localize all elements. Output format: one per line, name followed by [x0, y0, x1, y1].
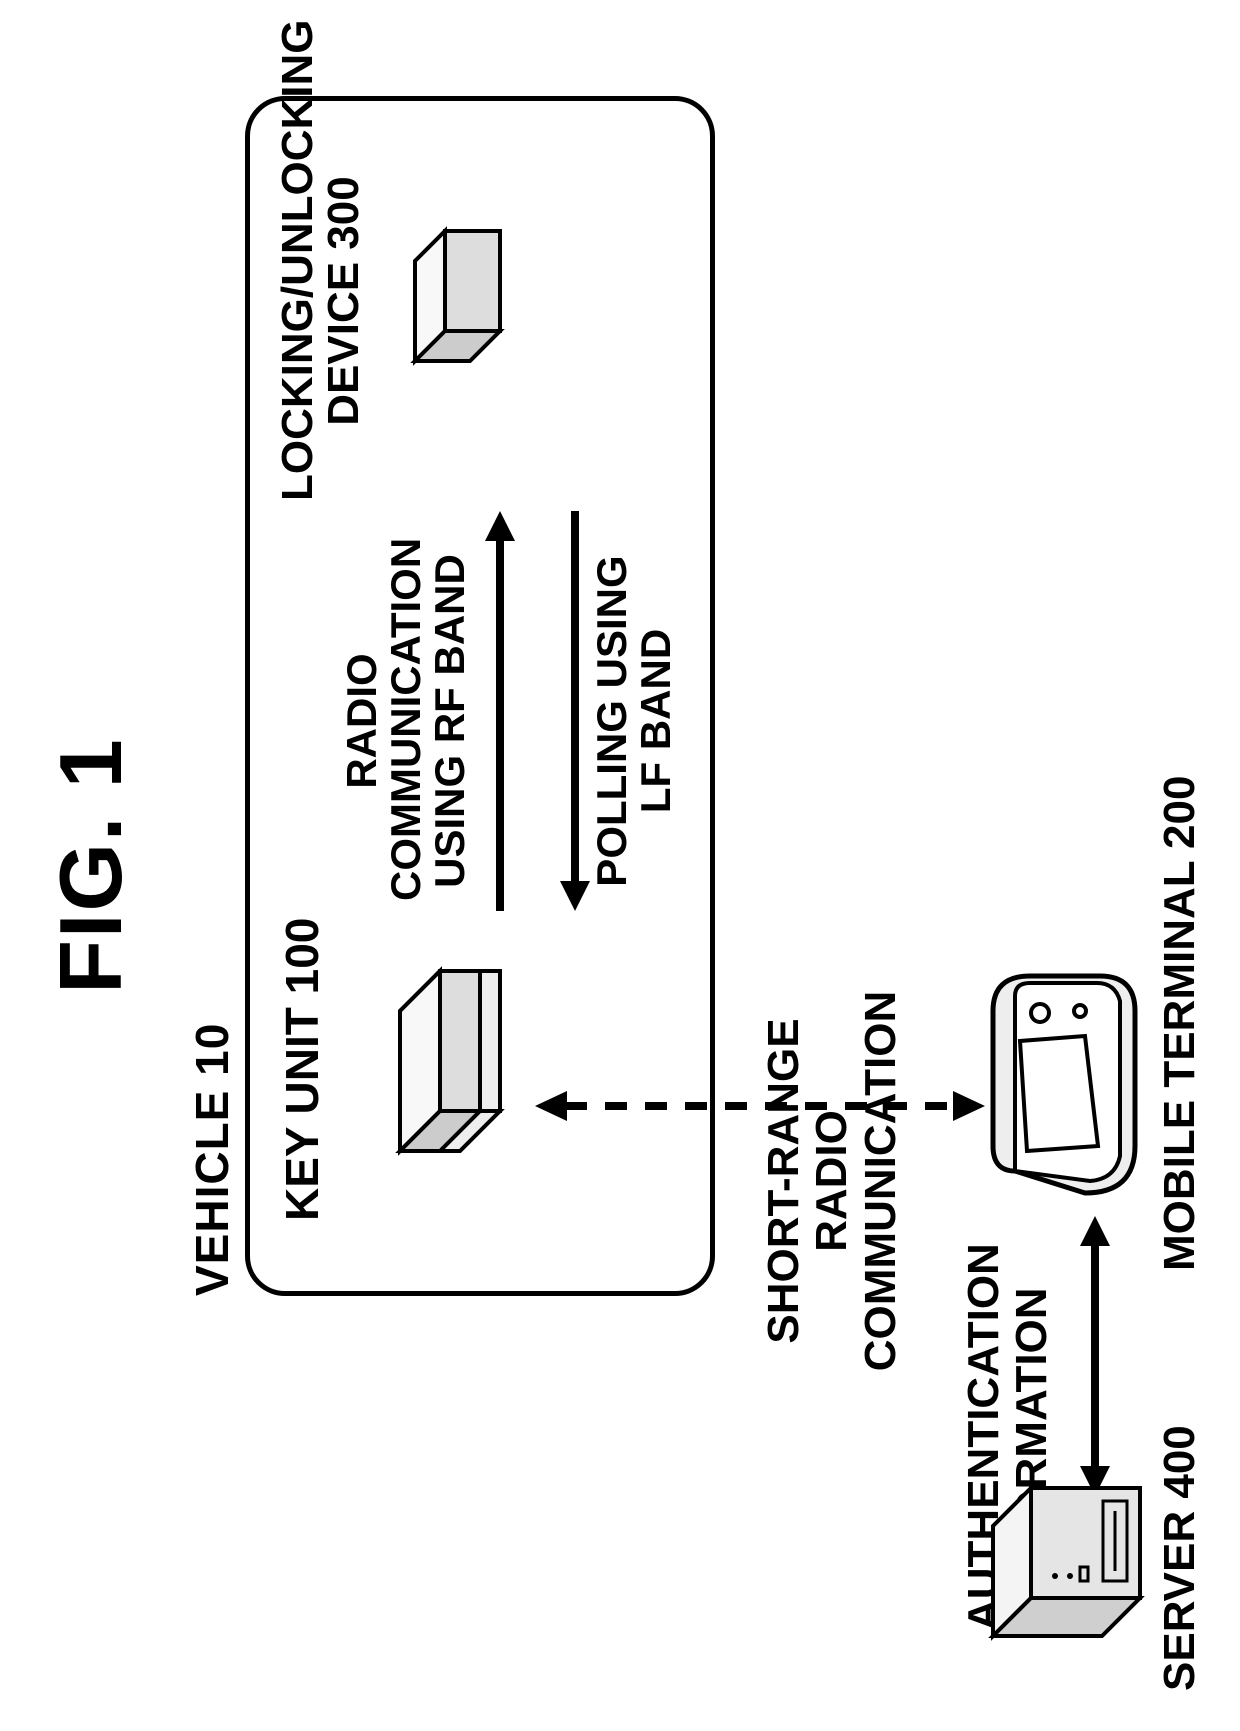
mobile-terminal-label: MOBILE TERMINAL 200 — [1155, 776, 1205, 1271]
mobile-terminal-icon — [985, 971, 1145, 1201]
lf-arrow-icon — [555, 511, 595, 911]
auth-arrow-icon — [1075, 1216, 1115, 1496]
vehicle-label: VEHICLE 10 — [185, 1023, 239, 1296]
rf-line3: USING RF BAND — [426, 554, 473, 888]
lf-line1: POLLING USING — [588, 555, 635, 886]
key-unit-icon — [380, 971, 530, 1211]
short-range-arrow-icon — [535, 1086, 985, 1126]
lock-device-label: LOCKING/UNLOCKING DEVICE 300 — [275, 101, 367, 501]
short-range-line2: COMMUNICATION — [856, 991, 905, 1371]
short-range-label: SHORT-RANGE RADIO COMMUNICATION — [760, 961, 905, 1401]
figure-title: FIG. 1 — [40, 0, 142, 1731]
server-icon — [985, 1486, 1150, 1676]
lock-device-line2: DEVICE 300 — [319, 176, 368, 425]
rf-comm-label: RADIO COMMUNICATION USING RF BAND — [340, 541, 472, 901]
rf-line1: RADIO — [338, 653, 385, 788]
key-unit-label: KEY UNIT 100 — [275, 918, 329, 1221]
rf-line2: COMMUNICATION — [382, 538, 429, 901]
lock-device-icon — [405, 231, 525, 401]
lf-line2: LF BAND — [632, 629, 679, 813]
lf-comm-label: POLLING USING LF BAND — [590, 551, 678, 891]
rf-arrow-icon — [480, 511, 520, 911]
server-label: SERVER 400 — [1155, 1425, 1205, 1691]
lock-device-line1: LOCKING/UNLOCKING — [273, 19, 322, 501]
short-range-line1: SHORT-RANGE RADIO — [759, 1018, 856, 1343]
